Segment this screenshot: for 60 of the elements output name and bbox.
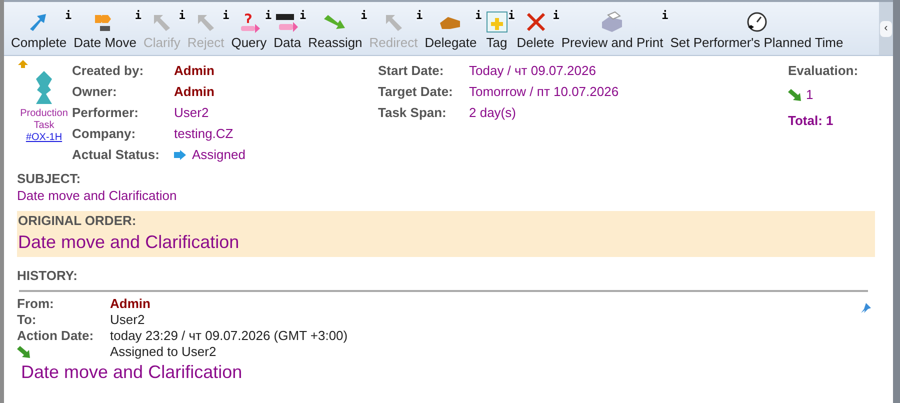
field-value: Today / чт 09.07.2026	[469, 62, 596, 80]
arrow-icon	[788, 89, 802, 101]
priority-icon	[18, 60, 28, 68]
field-label: Company:	[72, 124, 137, 143]
task-type: Production Task	[19, 108, 69, 132]
toolbar-button[interactable]: i Tag	[480, 11, 513, 51]
field-value: Admin	[174, 62, 214, 80]
field-label: Start Date:	[378, 62, 445, 80]
evaluation-total: Total: 1	[788, 112, 834, 130]
section-title: HISTORY:	[17, 267, 78, 285]
toolbar-button[interactable]: Set Performer's Planned Time	[667, 11, 846, 51]
info-mark[interactable]: i	[475, 10, 482, 21]
toolbar-button[interactable]: i Reassign	[305, 11, 366, 51]
note-icon	[484, 11, 510, 33]
info-mark[interactable]: i	[662, 10, 668, 21]
info-mark[interactable]: i	[552, 10, 560, 21]
info-mark[interactable]: i	[65, 10, 72, 21]
field-label: Owner:	[72, 82, 118, 101]
toolbar-button[interactable]: i Query	[228, 11, 270, 51]
field-label: To:	[17, 312, 38, 328]
field-label: From:	[17, 296, 55, 312]
field-label: Created by:	[72, 62, 145, 80]
toolbar-button[interactable]: i Data	[270, 11, 304, 51]
toolbar-button[interactable]: i Delegate	[422, 11, 480, 51]
task-code-link[interactable]: #OX-1H	[26, 132, 62, 144]
section-title: ORIGINAL ORDER:	[18, 212, 138, 230]
field-value: today 23:29 / чт 09.07.2026 (GMT +3:00)	[110, 328, 348, 344]
field-label: Target Date:	[378, 82, 454, 101]
arrow-icon	[17, 346, 31, 358]
toolbar-button[interactable]: i Delete	[514, 11, 558, 51]
order-text: Date move and Clarification	[18, 231, 240, 254]
field-value: Tomorrow / пт 10.07.2026	[469, 82, 619, 101]
toolbar-button[interactable]: i Date Move	[70, 11, 140, 51]
evaluation-title: Evaluation:	[788, 62, 858, 80]
field-value: testing.CZ	[174, 124, 234, 143]
info-mark[interactable]: i	[360, 10, 368, 21]
scroll-button[interactable]: ‹	[880, 20, 892, 36]
data-icon	[274, 11, 300, 33]
action-text: Assigned to User2	[110, 344, 216, 360]
field-label: Performer:	[72, 104, 140, 122]
field-label: Actual Status:	[72, 146, 160, 164]
subject-text: Date move and Clarification	[17, 187, 178, 204]
history-text: Date move and Clarification	[21, 361, 244, 384]
toolbar-button[interactable]: i Complete	[8, 11, 70, 51]
info-mark[interactable]: i	[508, 10, 515, 21]
field-value: User2	[110, 312, 145, 328]
field-value: Admin	[110, 296, 150, 312]
section-title: SUBJECT:	[17, 170, 82, 187]
toolbar-button[interactable]: i Preview and Print	[558, 11, 666, 51]
field-value: User2	[174, 104, 209, 122]
field-value: Assigned	[192, 146, 246, 164]
info-mark[interactable]: i	[134, 10, 142, 21]
field-value: Admin	[174, 82, 214, 101]
info-mark[interactable]: i	[265, 10, 272, 21]
field-label: Task Span:	[378, 104, 448, 122]
status-arrow-icon	[174, 150, 186, 160]
field-value: 2 day(s)	[469, 104, 516, 122]
info-mark[interactable]: i	[299, 10, 306, 21]
field-label: Action Date:	[17, 328, 95, 344]
evaluation-count: 1	[806, 86, 814, 104]
